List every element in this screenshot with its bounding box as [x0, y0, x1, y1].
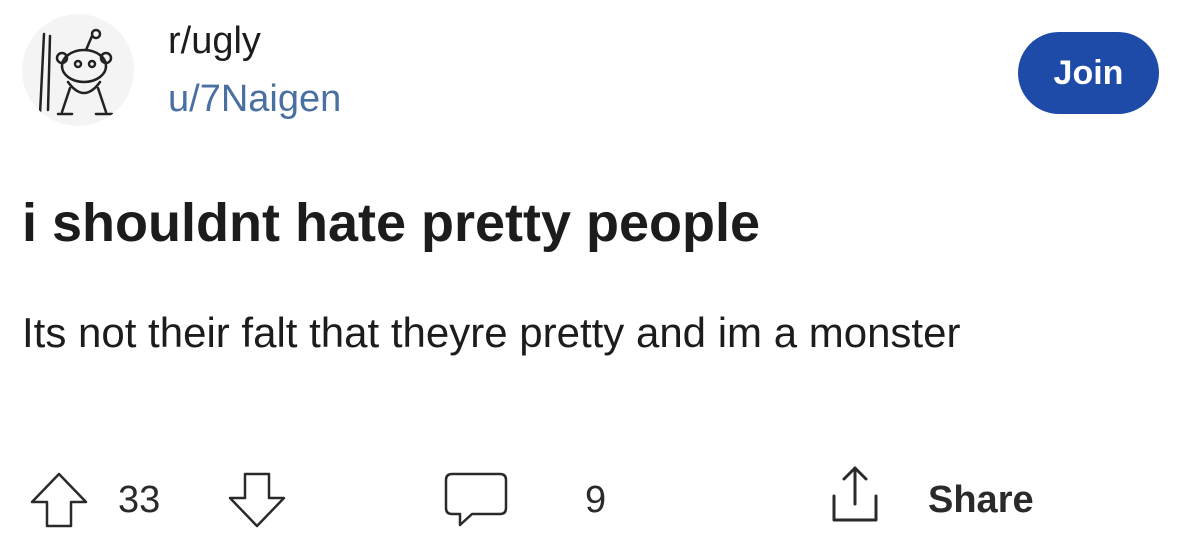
comment-button[interactable] [442, 468, 510, 530]
comment-count: 9 [585, 479, 607, 521]
subreddit-avatar[interactable] [22, 14, 134, 126]
vote-count: 33 [118, 479, 161, 521]
join-button[interactable]: Join [1018, 32, 1159, 114]
share-button[interactable] [820, 462, 890, 528]
downvote-arrow-icon [226, 470, 288, 530]
post-body: Its not their falt that theyre pretty an… [22, 309, 961, 356]
downvote-button[interactable] [226, 470, 288, 530]
post-author[interactable]: u/7Naigen [168, 76, 341, 122]
subreddit-name[interactable]: r/ugly [168, 18, 261, 64]
snoo-avatar-icon [38, 28, 114, 116]
share-label[interactable]: Share [928, 477, 1034, 523]
share-icon [820, 462, 890, 528]
comment-bubble-icon [442, 468, 510, 530]
post-title: i shouldnt hate pretty people [22, 193, 761, 253]
upvote-button[interactable] [28, 470, 90, 530]
upvote-arrow-icon [28, 470, 90, 530]
